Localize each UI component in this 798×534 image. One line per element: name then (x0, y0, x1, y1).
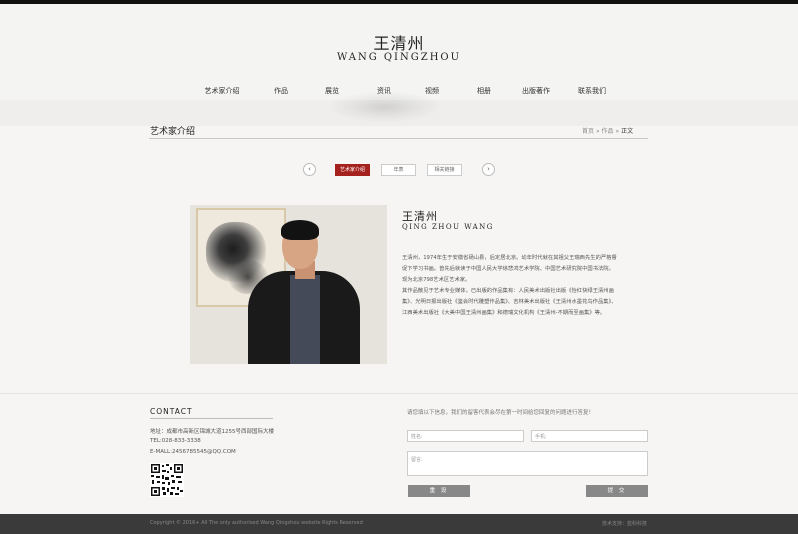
next-arrow-button[interactable]: › (482, 163, 495, 176)
site-logo-en[interactable]: WANG QINGZHOU (0, 52, 798, 63)
artist-bio: 王清州，1974年生于安徽省砀山县，后定居北京。幼年时代就在其祖父王瑞西先生的严… (402, 253, 618, 319)
contact-phone: TEL:028-833-3338 (150, 438, 201, 444)
artist-figure-shirt (290, 275, 320, 364)
breadcrumb-home[interactable]: 首页 (582, 128, 594, 135)
contact-title-rule (150, 418, 273, 419)
form-prompt: 请您填以下信息，我们的留客代表会尽在第一时间给您回复的问题进行答复！ (407, 410, 595, 416)
artist-name-cn: 王清州 (402, 210, 438, 223)
footer-copyright: Copyright © 2016+ All The only authorise… (150, 520, 363, 526)
site-logo-cn[interactable]: 王清州 (0, 30, 798, 54)
contact-title: CONTACT (150, 407, 193, 416)
artist-name-en: QING ZHOU WANG (402, 223, 494, 231)
footer-tech-support-link[interactable]: 技术支持：蓝科科技 (602, 520, 647, 527)
submit-button[interactable]: 提 交 (586, 485, 648, 497)
breadcrumb-separator: » (595, 128, 600, 135)
contact-email: E-MALL:2456785545@QQ.COM (150, 449, 236, 455)
tab-related-links[interactable]: 相关链接 (427, 164, 462, 176)
bio-paragraph: 王清州，1974年生于安徽省砀山县，后定居北京。幼年时代就在其祖父王瑞西先生的严… (402, 255, 617, 283)
nav-item-works[interactable]: 作品 (274, 86, 288, 96)
breadcrumb: 首页 » 作品 » 正文 (582, 126, 633, 135)
section-title: 艺术家介绍 (150, 127, 196, 137)
tab-chronology[interactable]: 年表 (381, 164, 416, 176)
nav-item-publications[interactable]: 出版著作 (522, 86, 550, 96)
bio-paragraph: 其作品散见于艺术专业媒体，已出版的作品集有：人民美术出版社出版《怡红快绿王清州画… (402, 288, 617, 316)
breadcrumb-current: 正文 (621, 128, 634, 135)
content-divider (0, 393, 798, 394)
site-footer: Copyright © 2016+ All The only authorise… (0, 514, 798, 534)
nav-item-artist-intro[interactable]: 艺术家介绍 (205, 86, 240, 96)
phone-field[interactable]: 手机: (531, 430, 648, 442)
breadcrumb-separator: » (615, 128, 620, 135)
chevron-left-icon: ‹ (308, 165, 311, 173)
nav-item-exhibitions[interactable]: 展览 (325, 86, 339, 96)
name-field[interactable]: 姓名: (407, 430, 524, 442)
breadcrumb-works[interactable]: 作品 (602, 128, 614, 135)
contact-address: 地址：成都市高新区锦城大道1255号西部国际大楼 (150, 429, 274, 435)
ink-brush-decoration (330, 92, 440, 122)
message-field[interactable]: 留言: (407, 451, 648, 476)
nav-item-video[interactable]: 视频 (425, 86, 439, 96)
artist-figure-hair (281, 220, 319, 240)
prev-arrow-button[interactable]: ‹ (303, 163, 316, 176)
tab-artist-intro[interactable]: 艺术家介绍 (335, 164, 370, 176)
nav-item-albums[interactable]: 相册 (477, 86, 491, 96)
nav-item-contact[interactable]: 联系我们 (578, 86, 606, 96)
artist-photo (190, 205, 387, 364)
reset-button[interactable]: 重 设 (408, 485, 470, 497)
chevron-right-icon: › (487, 165, 490, 173)
qr-code-icon (150, 463, 184, 497)
section-title-rule (149, 138, 648, 139)
